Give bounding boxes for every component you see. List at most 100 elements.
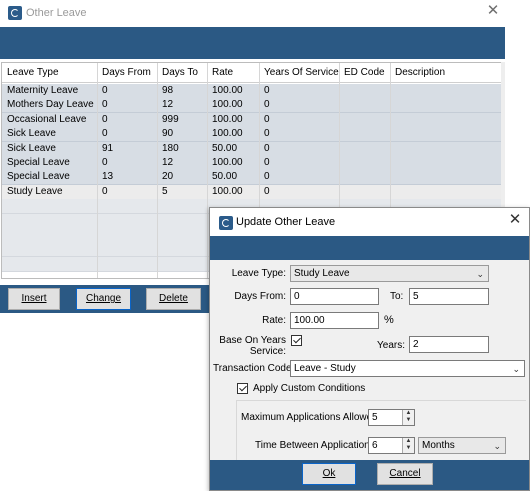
rate-input[interactable]: 100.00 [290,312,379,329]
delete-button[interactable]: Delete [146,288,201,310]
table-row[interactable]: Sick Leave 0 90 100.00 0 [2,127,502,143]
cell-years-of-service: 0 [264,99,270,111]
days-from-input[interactable]: 0 [290,288,379,305]
table-row[interactable]: Mothers Day Leave 0 12 100.00 0 [2,98,502,114]
leave-type-value: Study Leave [294,268,350,279]
column-header-days-to[interactable]: Days To [157,63,207,83]
cell-days-from: 0 [102,128,108,140]
cell-years-of-service: 0 [264,157,270,168]
cell-description [390,127,507,141]
time-between-value: 6 [372,440,378,451]
cell-rate: 50.00 [212,142,238,154]
apply-custom-conditions-checkbox[interactable] [237,383,248,394]
cell-leave-type: Special Leave [7,171,70,183]
time-unit-select[interactable]: Months ⌄ [418,437,506,454]
stepper-down-icon[interactable]: ▼ [403,417,414,424]
update-other-leave-dialog: Update Other Leave ✕ Leave Type: Study L… [209,207,530,491]
cell-description [390,185,507,199]
cell-ed-code [339,113,395,127]
cell-rate: 100.00 [212,99,243,111]
cell-days-to: 98 [162,85,174,96]
header-banner [0,27,505,59]
cell-days-from: 0 [102,113,108,125]
dialog-banner [210,236,529,260]
cell-leave-type: Sick Leave [7,128,56,140]
stepper-up-icon[interactable]: ▲ [403,438,414,445]
column-header-rate[interactable]: Rate [207,63,259,83]
chevron-down-icon: ⌄ [512,364,520,374]
base-on-years-label: Base On Years Service: [219,335,286,357]
cell-ed-code [339,127,395,141]
table-row[interactable]: Special Leave 0 12 100.00 0 [2,156,502,171]
cell-leave-type: Occasional Leave [7,113,87,125]
stepper-down-icon[interactable]: ▼ [403,445,414,452]
leave-type-select[interactable]: Study Leave ⌄ [290,265,489,282]
max-applications-label: Maximum Applications Allowed [241,412,378,423]
cell-years-of-service: 0 [264,142,270,154]
close-icon[interactable]: ✕ [486,3,500,18]
stepper-buttons[interactable]: ▲ ▼ [402,410,414,425]
days-to-input[interactable]: 5 [409,288,489,305]
base-on-years-checkbox[interactable] [291,335,302,346]
cell-ed-code [339,170,395,184]
time-between-stepper[interactable]: 6 ▲ ▼ [368,437,415,454]
leave-type-label: Leave Type: [231,268,286,279]
time-unit-value: Months [422,440,455,451]
percent-symbol: % [384,314,394,326]
cancel-button[interactable]: Cancel [377,463,433,485]
rate-label: Rate: [262,315,286,326]
max-applications-stepper[interactable]: 5 ▲ ▼ [368,409,415,426]
cell-years-of-service: 0 [264,185,270,197]
max-applications-value: 5 [372,412,378,423]
column-header-ed-code[interactable]: ED Code [339,63,390,83]
insert-button[interactable]: Insert [8,288,60,310]
cell-description [390,113,507,127]
table-row[interactable]: Study Leave 0 5 100.00 0 [2,184,502,200]
cell-leave-type: Maternity Leave [7,85,79,96]
change-button[interactable]: Change [76,288,131,310]
cell-days-to: 12 [162,157,174,168]
cell-leave-type: Special Leave [7,157,70,168]
dialog-footer [210,460,529,490]
cell-days-from: 0 [102,157,108,168]
cell-days-from: 91 [102,142,114,154]
app-icon [8,6,22,20]
cell-days-to: 20 [162,171,174,183]
years-label: Years: [377,340,405,351]
column-header-days-from[interactable]: Days From [97,63,157,83]
table-row[interactable]: Occasional Leave 0 999 100.00 0 [2,112,502,128]
cell-description [390,84,507,98]
ok-button[interactable]: Ok [302,463,356,485]
cell-ed-code [339,156,395,170]
cell-days-to: 180 [162,142,179,154]
column-header-description[interactable]: Description [390,63,502,83]
cell-rate: 100.00 [212,113,243,125]
cell-days-from: 13 [102,171,114,183]
column-divider [157,63,158,278]
cell-rate: 100.00 [212,85,243,96]
transaction-code-select[interactable]: Leave - Study ⌄ [290,360,525,377]
column-header-years-of-service[interactable]: Years Of Service [259,63,339,83]
cell-leave-type: Study Leave [7,185,63,197]
cell-days-to: 12 [162,99,174,111]
cell-days-from: 0 [102,99,108,111]
app-icon [219,216,233,230]
stepper-up-icon[interactable]: ▲ [403,410,414,417]
to-label: To: [390,291,404,302]
years-input[interactable]: 2 [409,336,489,353]
time-between-label: Time Between Applications [255,440,375,451]
table-row[interactable]: Maternity Leave 0 98 100.00 0 [2,84,502,99]
close-icon[interactable]: ✕ [508,212,522,227]
transaction-code-value: Leave - Study [294,363,356,374]
cell-ed-code [339,98,395,112]
cell-ed-code [339,185,395,199]
table-row[interactable]: Special Leave 13 20 50.00 0 [2,170,502,186]
stepper-buttons[interactable]: ▲ ▼ [402,438,414,453]
dialog-body: Leave Type: Study Leave ⌄ Days From: 0 T… [210,260,529,461]
cell-rate: 100.00 [212,185,243,197]
chevron-down-icon: ⌄ [476,269,484,279]
cell-rate: 100.00 [212,157,243,168]
column-header-leave-type[interactable]: Leave Type [2,63,97,83]
apply-custom-conditions-label: Apply Custom Conditions [253,383,366,394]
table-row[interactable]: Sick Leave 91 180 50.00 0 [2,141,502,157]
